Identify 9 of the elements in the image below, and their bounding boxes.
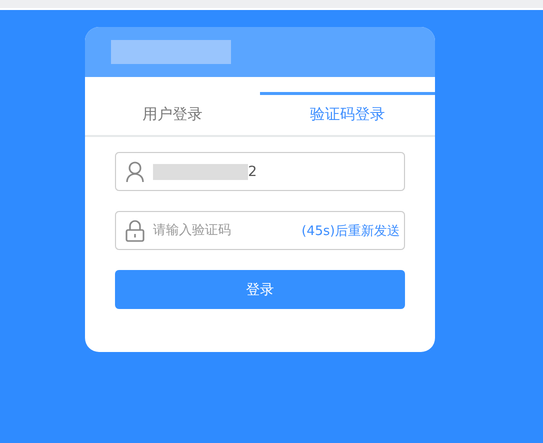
login-button[interactable]: 登录	[115, 270, 405, 309]
username-value: 2	[248, 164, 257, 180]
lock-icon	[125, 220, 145, 242]
code-field[interactable]: 请输入验证码 (45s)后重新发送	[115, 211, 405, 250]
tab[interactable]: 用户登录	[85, 92, 260, 135]
tab[interactable]: 验证码登录	[260, 92, 435, 135]
resend-link[interactable]: (45s)后重新发送	[302, 222, 400, 240]
user-icon	[125, 160, 145, 182]
username-field[interactable]: 2	[115, 152, 405, 191]
